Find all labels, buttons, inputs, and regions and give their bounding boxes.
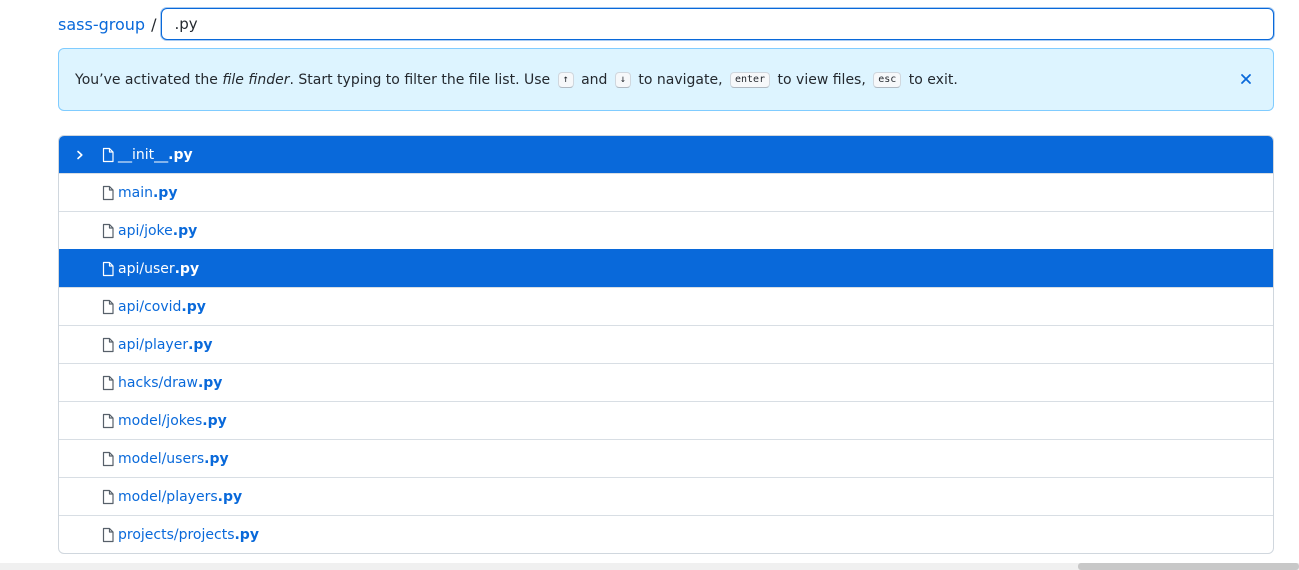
file-name[interactable]: api/player.py [118,337,213,353]
file-name[interactable]: model/users.py [118,451,229,467]
file-name-match: .py [204,450,229,467]
file-icon [100,337,116,353]
file-row[interactable]: projects/projects.py [59,515,1273,553]
file-name[interactable]: model/jokes.py [118,413,227,429]
file-name[interactable]: api/joke.py [118,223,197,239]
notice-text-3: to navigate, [638,71,723,88]
file-row[interactable]: hacks/draw.py [59,363,1273,401]
close-icon-svg [1241,74,1251,84]
horizontal-scrollbar[interactable] [0,563,1299,570]
file-row[interactable]: model/jokes.py [59,401,1273,439]
file-name-base: model/players [118,488,218,505]
file-finder-header: sass-group / [58,8,1274,40]
file-name[interactable]: __init__.py [118,147,193,163]
file-name[interactable]: api/user.py [118,261,199,277]
key-esc: esc [873,71,902,88]
file-finder-notice: You’ve activated the file finder. Start … [58,48,1274,111]
notice-text-1: You’ve activated the [75,71,223,88]
file-name-base: projects/projects [118,526,235,543]
notice-emphasis: file finder [222,71,290,88]
file-list: __init__.py main.py api/joke.py api/user.py… [58,135,1274,554]
file-name-base: hacks/draw [118,374,198,391]
notice-text-and: and [581,71,608,88]
file-name-base: api/player [118,336,189,353]
file-name-base: main [118,184,153,201]
file-row[interactable]: model/users.py [59,439,1273,477]
file-name-base: api/user [118,260,175,277]
file-name[interactable]: api/covid.py [118,299,206,315]
file-row[interactable]: api/user.py [59,249,1273,287]
file-icon [100,223,116,239]
file-icon [100,261,116,277]
file-icon [100,147,116,163]
key-enter: enter [729,71,771,88]
key-down: ↓ [614,71,631,88]
file-row[interactable]: api/covid.py [59,287,1273,325]
file-icon [100,527,116,543]
file-name-match: .py [188,336,213,353]
notice-text: You’ve activated the file finder. Start … [75,71,958,88]
file-name-base: __init__ [118,146,169,163]
notice-text-4: to view files, [777,71,866,88]
file-name-match: .py [181,298,206,315]
file-icon [100,489,116,505]
file-name-match: .py [202,412,227,429]
file-finder-page: sass-group / You’ve activated the file f… [0,0,1299,570]
file-name-match: .py [234,526,259,543]
notice-text-2: . Start typing to filter the file list. … [289,71,555,88]
file-name[interactable]: hacks/draw.py [118,375,222,391]
file-row[interactable]: api/joke.py [59,211,1273,249]
file-icon [100,451,116,467]
file-name-base: model/users [118,450,205,467]
file-name-match: .py [197,374,223,391]
breadcrumb-separator: / [151,14,157,34]
file-name[interactable]: main.py [118,185,177,201]
close-icon[interactable] [1237,71,1255,89]
file-name-base: api/joke [118,222,173,239]
file-name-base: model/jokes [118,412,203,429]
file-name-match: .py [217,488,243,505]
chevron-right-icon [73,148,87,162]
file-icon [100,185,116,201]
file-name[interactable]: projects/projects.py [118,527,259,543]
file-row[interactable]: api/player.py [59,325,1273,363]
file-name-match: .py [152,184,178,201]
repo-link[interactable]: sass-group [58,15,145,34]
file-finder-input[interactable] [161,8,1274,40]
key-up: ↑ [557,71,574,88]
file-row[interactable]: model/players.py [59,477,1273,515]
file-icon [100,299,116,315]
scrollbar-thumb[interactable] [1078,563,1299,570]
file-row[interactable]: __init__.py [59,136,1273,173]
file-row[interactable]: main.py [59,173,1273,211]
file-name-match: .py [168,146,193,163]
file-name-base: api/covid [118,298,182,315]
notice-text-5: to exit. [908,71,958,88]
file-name-match: .py [172,222,198,239]
file-icon [100,375,116,391]
file-name[interactable]: model/players.py [118,489,242,505]
file-icon [100,413,116,429]
file-name-match: .py [174,260,200,277]
